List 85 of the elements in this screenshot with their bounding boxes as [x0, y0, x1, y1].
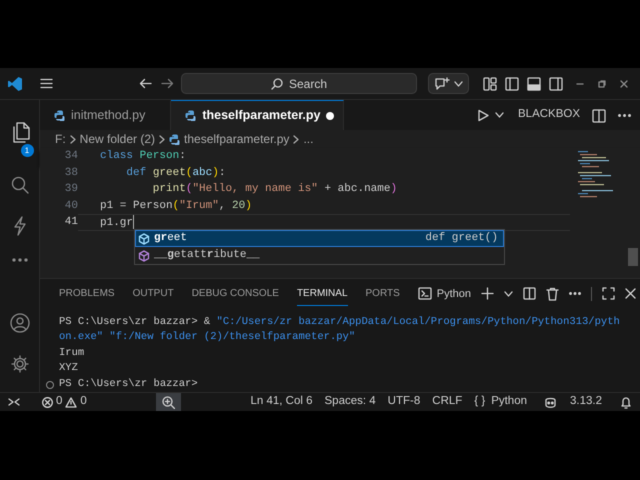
bell-icon[interactable]	[620, 396, 632, 408]
extension-label[interactable]: BLACKBOX	[518, 106, 580, 124]
panel-tab[interactable]: PROBLEMS	[59, 282, 115, 306]
more-icon[interactable]	[618, 114, 631, 118]
breadcrumb-item[interactable]: F:	[55, 130, 66, 148]
terminal-line: XYZ	[59, 362, 78, 374]
split-terminal-icon[interactable]	[523, 287, 536, 300]
sidebar-toggle-icon[interactable]	[505, 77, 519, 92]
cube-icon	[138, 250, 150, 262]
more-icon[interactable]	[12, 258, 28, 262]
scrollbar-thumb[interactable]	[628, 248, 638, 266]
panel-tab[interactable]: OUTPUT	[132, 282, 174, 306]
layout-icon[interactable]	[483, 77, 497, 92]
forward-arrow-icon[interactable]	[161, 78, 174, 89]
chevron-right-icon	[159, 134, 166, 144]
back-arrow-icon[interactable]	[139, 78, 152, 89]
status-item[interactable]: CRLF	[426, 393, 468, 411]
search-icon	[270, 78, 283, 90]
line-number: 41	[64, 215, 78, 230]
chevron-down-icon[interactable]	[495, 112, 504, 118]
chevron-down-icon[interactable]	[504, 290, 514, 297]
secondary-sidebar-icon[interactable]	[549, 77, 563, 92]
file-icon	[169, 134, 180, 144]
panel-tab[interactable]: PORTS	[366, 282, 400, 306]
trash-icon[interactable]	[546, 286, 560, 301]
remote-icon[interactable]	[8, 396, 20, 408]
line-number: 40	[64, 198, 78, 214]
account-icon[interactable]	[10, 313, 30, 333]
error-icon	[42, 396, 53, 408]
line-number: 38	[64, 166, 78, 181]
status-item[interactable]: { } Python	[468, 393, 533, 411]
lightning-icon[interactable]	[12, 216, 28, 236]
settings-icon[interactable]	[10, 355, 28, 373]
terminal-profile-button[interactable]: Python	[418, 286, 472, 302]
circle-icon	[46, 380, 54, 388]
breadcrumb-item[interactable]: theselfparameter.py	[184, 130, 290, 148]
chat-dropdown-button[interactable]	[428, 73, 469, 94]
terminal-icon	[418, 287, 432, 300]
maximize-icon[interactable]	[602, 287, 616, 300]
status-item[interactable]: Ln 41, Col 6	[244, 393, 319, 411]
panel-toggle-icon[interactable]	[527, 77, 541, 92]
breadcrumb-item[interactable]: ...	[303, 130, 314, 148]
code-line: class Person:	[99, 149, 187, 164]
assistant-icon[interactable]	[543, 396, 558, 408]
line-number: 39	[64, 182, 78, 198]
terminal-line: Irum	[59, 346, 84, 358]
search-button[interactable]: Search	[181, 73, 417, 94]
plus-icon[interactable]	[481, 287, 494, 300]
app-logo-icon[interactable]	[7, 76, 23, 92]
breadcrumb-item[interactable]: New folder (2)	[80, 130, 156, 148]
status-item[interactable]: UTF-8	[382, 393, 426, 411]
terminal-line: PS C:\Users\zr bazzar> & "C:/Users/zr bazzar/AppData/Local/Programs/Python/Python313/python.exe" "f:/New folder (2)/theselfparameter.py"	[59, 316, 620, 343]
cube-icon	[138, 232, 150, 244]
menu-icon[interactable]	[40, 78, 53, 89]
chevron-right-icon	[70, 134, 76, 144]
panel-tab[interactable]: TERMINAL	[296, 282, 348, 306]
zoom-icon	[162, 396, 176, 408]
close-icon[interactable]	[620, 80, 628, 88]
more-icon[interactable]	[569, 292, 582, 296]
problems-status[interactable]: 0 0	[36, 393, 93, 411]
warning-icon	[65, 396, 78, 408]
zoom-button[interactable]	[156, 393, 182, 411]
file-icon	[54, 110, 65, 121]
chevron-right-icon	[293, 134, 300, 144]
chevron-down-icon[interactable]	[454, 80, 463, 86]
panel-tab[interactable]: DEBUG CONSOLE	[192, 282, 279, 306]
suggestion-item[interactable]: greet def greet()	[135, 230, 504, 247]
notification-badge: 1	[20, 144, 34, 157]
split-editor-icon[interactable]	[592, 108, 606, 123]
chat-sparkle-icon	[434, 76, 450, 90]
search-icon[interactable]	[10, 176, 28, 194]
code-line: print("Hello, my name is" + abc.name)	[152, 182, 398, 198]
run-icon[interactable]	[477, 108, 489, 122]
file-icon	[185, 110, 196, 121]
text-cursor	[133, 215, 134, 230]
code-line: def greet(abc):	[125, 166, 226, 181]
terminal-line: PS C:\Users\zr bazzar>	[59, 378, 198, 390]
line-number: 34	[64, 149, 78, 164]
suggestion-item[interactable]: __getattribute__	[135, 247, 504, 264]
restore-icon[interactable]	[598, 80, 606, 88]
status-item[interactable]: 3.13.2	[564, 393, 608, 411]
code-line: p1 = Person("Irum", 20)	[99, 198, 253, 214]
close-icon[interactable]	[625, 288, 636, 300]
editor-tab[interactable]: theselfparameter.py	[171, 100, 344, 130]
status-item[interactable]: Spaces: 4	[318, 393, 382, 411]
